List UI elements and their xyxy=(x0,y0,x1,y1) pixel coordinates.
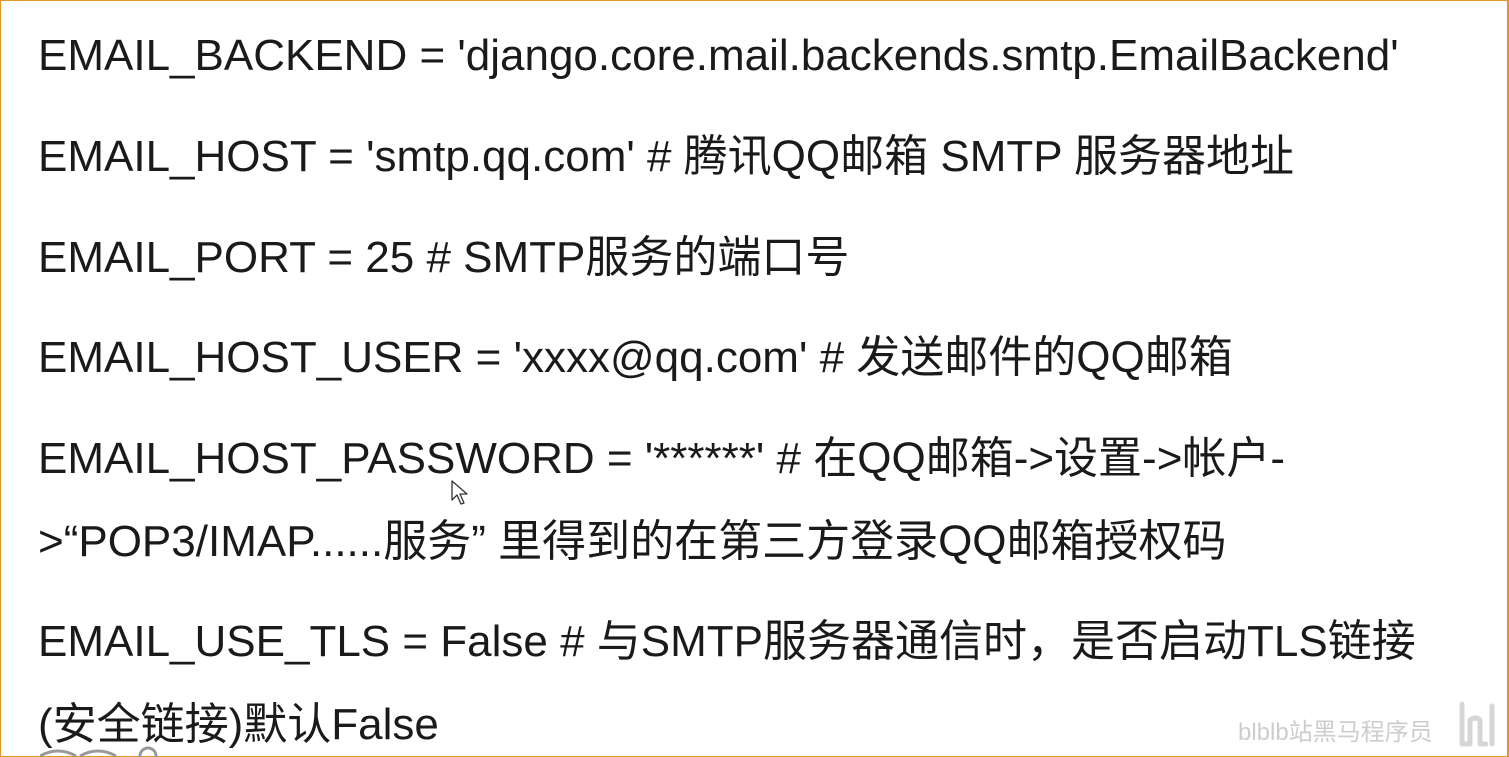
bilibili-logo-icon xyxy=(1459,701,1495,747)
code-line-email-backend: EMAIL_BACKEND = 'django.core.mail.backen… xyxy=(38,31,1399,80)
decorative-corner-marks xyxy=(40,746,158,757)
code-line-email-host: EMAIL_HOST = 'smtp.qq.com' # 腾讯QQ邮箱 SMTP… xyxy=(38,132,1294,181)
code-line-email-host-user: EMAIL_HOST_USER = 'xxxx@qq.com' # 发送邮件的Q… xyxy=(38,333,1233,382)
code-line-email-host-password: EMAIL_HOST_PASSWORD = '******' # 在QQ邮箱->… xyxy=(38,434,1286,483)
code-line-email-use-tls: EMAIL_USE_TLS = False # 与SMTP服务器通信时，是否启动… xyxy=(38,617,1416,666)
code-line-email-port: EMAIL_PORT = 25 # SMTP服务的端口号 xyxy=(38,233,850,282)
code-line-password-comment-continued: >“POP3/IMAP......服务” 里得到的在第三方登录QQ邮箱授权码 xyxy=(38,517,1227,566)
mouse-pointer-icon xyxy=(451,480,468,505)
watermark-text: blblb站黑马程序员 xyxy=(1238,719,1433,746)
